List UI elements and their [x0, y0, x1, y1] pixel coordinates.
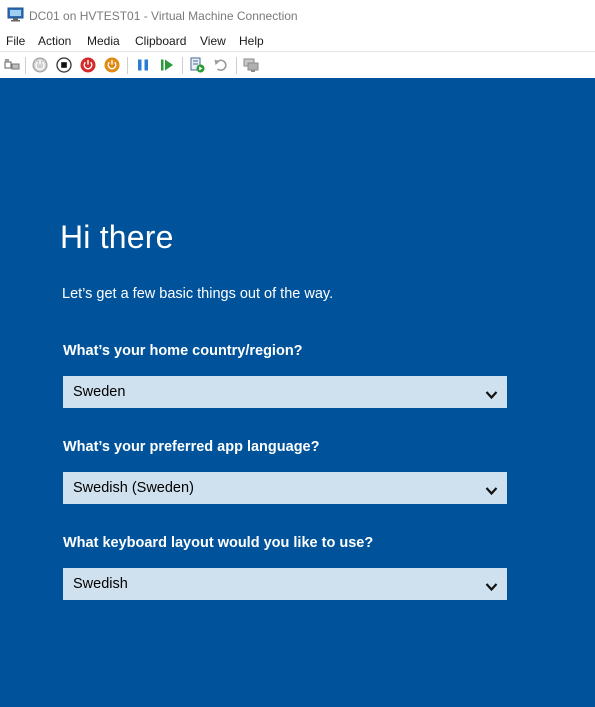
vm-screen: Hi there Let’s get a few basic things ou… [0, 78, 595, 707]
revert-icon[interactable] [212, 56, 230, 74]
keyboard-layout-label: What keyboard layout would you like to u… [63, 535, 374, 551]
menu-view[interactable]: View [200, 34, 226, 48]
menu-action[interactable]: Action [38, 34, 71, 48]
resume-icon[interactable] [158, 56, 176, 74]
turn-off-icon[interactable] [55, 56, 73, 74]
window-title: DC01 on HVTEST01 - Virtual Machine Conne… [29, 9, 298, 23]
toolbar-separator [127, 57, 128, 74]
app-language-value: Swedish (Sweden) [73, 480, 194, 496]
vm-connection-icon [7, 7, 24, 22]
toolbar-separator [182, 57, 183, 74]
chevron-down-icon [485, 483, 498, 496]
checkpoint-icon[interactable] [188, 56, 206, 74]
keyboard-layout-value: Swedish [73, 576, 128, 592]
app-language-dropdown[interactable]: Swedish (Sweden) [63, 472, 507, 504]
country-region-dropdown[interactable]: Sweden [63, 376, 507, 408]
save-state-icon[interactable] [103, 56, 121, 74]
menu-file[interactable]: File [6, 34, 25, 48]
start-icon[interactable] [31, 56, 49, 74]
toolbar-separator [236, 57, 237, 74]
menu-bar: File Action Media Clipboard View Help [0, 31, 595, 51]
toolbar [0, 51, 595, 78]
page-subtitle: Let’s get a few basic things out of the … [62, 286, 334, 302]
title-bar: DC01 on HVTEST01 - Virtual Machine Conne… [0, 0, 595, 31]
menu-media[interactable]: Media [87, 34, 120, 48]
menu-help[interactable]: Help [239, 34, 264, 48]
app-language-label: What’s your preferred app language? [63, 439, 320, 455]
toolbar-separator [25, 57, 26, 74]
keyboard-layout-dropdown[interactable]: Swedish [63, 568, 507, 600]
chevron-down-icon [485, 387, 498, 400]
pause-icon[interactable] [134, 56, 152, 74]
chevron-down-icon [485, 579, 498, 592]
shut-down-icon[interactable] [79, 56, 97, 74]
country-region-value: Sweden [73, 384, 126, 400]
page-title: Hi there [60, 219, 174, 255]
ctrl-alt-del-icon[interactable] [3, 56, 21, 74]
enhanced-session-icon[interactable] [242, 56, 260, 74]
country-region-label: What’s your home country/region? [63, 343, 303, 359]
menu-clipboard[interactable]: Clipboard [135, 34, 186, 48]
